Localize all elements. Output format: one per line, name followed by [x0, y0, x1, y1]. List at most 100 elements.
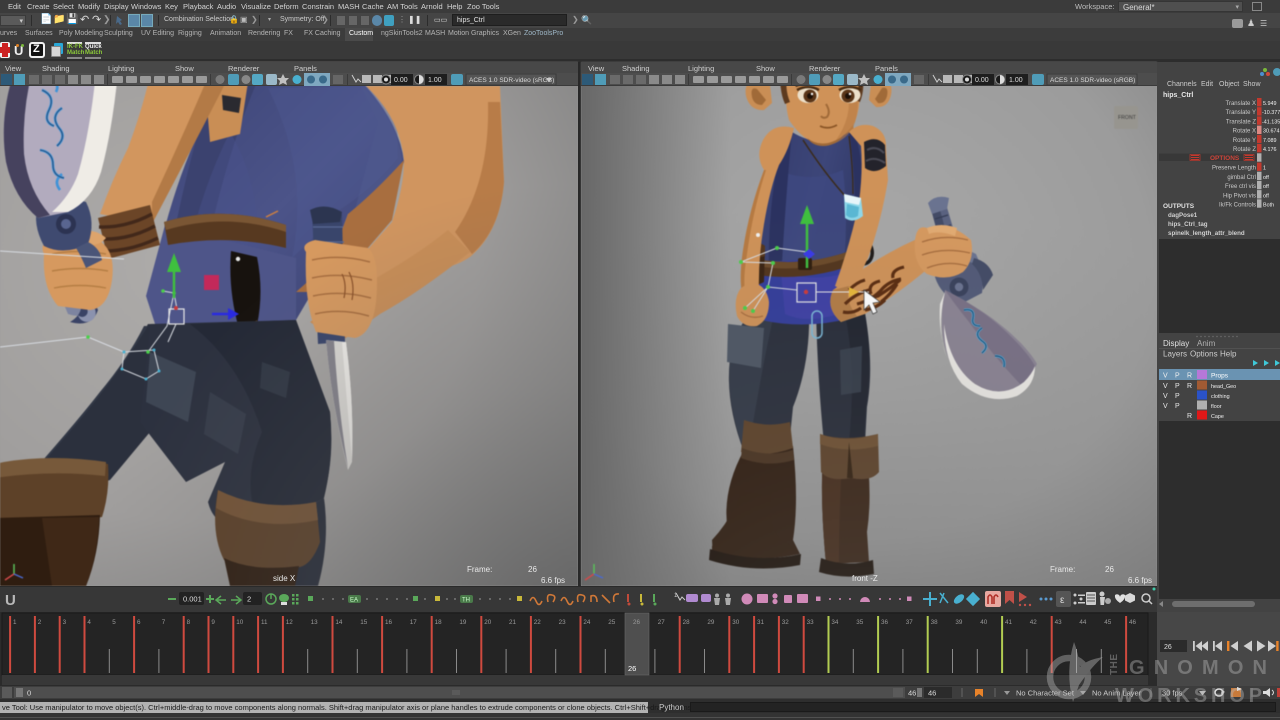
- svg-text:21: 21: [509, 619, 517, 626]
- svg-text:15: 15: [360, 619, 368, 626]
- svg-text:24: 24: [583, 619, 591, 626]
- svg-text:46: 46: [908, 689, 916, 698]
- svg-text:P: P: [1175, 373, 1180, 380]
- svg-text:45: 45: [1104, 619, 1112, 626]
- svg-text:44: 44: [1079, 619, 1087, 626]
- svg-text:Rotate Y: Rotate Y: [1233, 138, 1256, 144]
- svg-text:OUTPUTS: OUTPUTS: [1163, 203, 1195, 210]
- svg-text:30.674: 30.674: [1263, 129, 1280, 135]
- svg-text:Show: Show: [1243, 81, 1261, 88]
- svg-text:off: off: [1263, 193, 1269, 199]
- svg-text:V: V: [1163, 383, 1168, 390]
- svg-text:30: 30: [732, 619, 740, 626]
- svg-text:U: U: [5, 592, 16, 609]
- svg-text:Props: Props: [1211, 373, 1229, 380]
- svg-text:10: 10: [236, 619, 244, 626]
- svg-text:7.089: 7.089: [1263, 138, 1277, 144]
- svg-text:Translate Y: Translate Y: [1226, 110, 1256, 116]
- svg-text:dagPose1: dagPose1: [1168, 212, 1198, 219]
- svg-text:12: 12: [286, 619, 294, 626]
- svg-text:V: V: [1163, 373, 1168, 380]
- svg-text:7: 7: [162, 619, 166, 626]
- svg-text:29: 29: [707, 619, 715, 626]
- svg-text:Preserve Length: Preserve Length: [1212, 166, 1256, 172]
- svg-text:WORKSHOP: WORKSHOP: [1115, 685, 1262, 707]
- svg-text:Channels: Channels: [1167, 81, 1197, 88]
- svg-text:34: 34: [831, 619, 839, 626]
- svg-text:20: 20: [484, 619, 492, 626]
- svg-text:4.176: 4.176: [1263, 147, 1277, 153]
- svg-text:13: 13: [311, 619, 319, 626]
- svg-text:P: P: [1175, 393, 1180, 400]
- svg-text:ACES 1.0 SDR-video (sRGB): ACES 1.0 SDR-video (sRGB): [469, 77, 554, 84]
- svg-text:V: V: [1163, 393, 1168, 400]
- svg-text:5: 5: [112, 619, 116, 626]
- svg-text:14: 14: [335, 619, 343, 626]
- svg-text:42: 42: [1030, 619, 1038, 626]
- svg-text:16: 16: [385, 619, 393, 626]
- svg-text:37: 37: [906, 619, 914, 626]
- svg-text:spineIk_length_attr_blend: spineIk_length_attr_blend: [1168, 230, 1245, 237]
- svg-text:Rotate X: Rotate X: [1233, 129, 1256, 135]
- svg-text:1: 1: [13, 619, 17, 626]
- svg-text:R: R: [1187, 383, 1192, 390]
- svg-text:head_Geo: head_Geo: [1211, 384, 1236, 390]
- svg-text:R: R: [1187, 373, 1192, 380]
- svg-text:TH: TH: [462, 598, 470, 604]
- svg-text:floor: floor: [1211, 404, 1222, 410]
- svg-text:Layers: Layers: [1163, 350, 1187, 359]
- svg-text:clothing: clothing: [1211, 394, 1230, 400]
- svg-text:43: 43: [1055, 619, 1063, 626]
- svg-text:26: 26: [633, 619, 641, 626]
- svg-text:off: off: [1263, 184, 1269, 190]
- svg-text:Ik/Fk Controls: Ik/Fk Controls: [1219, 203, 1256, 209]
- svg-text:17: 17: [410, 619, 418, 626]
- svg-text:35: 35: [856, 619, 864, 626]
- svg-text:gimbal Ctrl: gimbal Ctrl: [1227, 175, 1256, 181]
- svg-text:2: 2: [247, 595, 251, 604]
- svg-text:41: 41: [1005, 619, 1013, 626]
- svg-text:P: P: [1175, 403, 1180, 410]
- svg-text:Cape: Cape: [1211, 414, 1224, 420]
- svg-text:38: 38: [931, 619, 939, 626]
- svg-text:19: 19: [459, 619, 467, 626]
- svg-text:28: 28: [683, 619, 691, 626]
- svg-text:Help: Help: [1220, 350, 1237, 359]
- svg-text:THE: THE: [1109, 654, 1120, 676]
- svg-text:5.949: 5.949: [1263, 101, 1277, 107]
- svg-text:2: 2: [38, 619, 42, 626]
- svg-text:Object: Object: [1219, 81, 1239, 88]
- svg-text:EA: EA: [350, 598, 358, 604]
- svg-text:Hip Pivot vis: Hip Pivot vis: [1223, 193, 1256, 199]
- svg-text:23: 23: [559, 619, 567, 626]
- svg-text:6: 6: [137, 619, 141, 626]
- svg-text:33: 33: [807, 619, 815, 626]
- svg-text:27: 27: [658, 619, 666, 626]
- svg-text:26: 26: [628, 664, 636, 673]
- svg-text:1.00: 1.00: [1009, 77, 1023, 84]
- svg-text:Anim: Anim: [1197, 339, 1216, 348]
- svg-text:0.001: 0.001: [183, 595, 202, 604]
- svg-text:V: V: [1163, 403, 1168, 410]
- svg-text:Translate X: Translate X: [1226, 101, 1256, 107]
- svg-text:31: 31: [757, 619, 765, 626]
- svg-text:36: 36: [881, 619, 889, 626]
- svg-text:Edit: Edit: [1201, 81, 1213, 88]
- svg-text:1: 1: [1263, 166, 1266, 172]
- svg-text:39: 39: [955, 619, 963, 626]
- svg-text:18: 18: [435, 619, 443, 626]
- svg-text:Translate Z: Translate Z: [1226, 119, 1256, 125]
- svg-text:Both: Both: [1263, 203, 1274, 209]
- svg-text:OPTIONS: OPTIONS: [1210, 155, 1240, 162]
- svg-text:11: 11: [261, 619, 268, 626]
- svg-text:0: 0: [27, 689, 31, 698]
- svg-text:40: 40: [980, 619, 988, 626]
- svg-text:Rotate Z: Rotate Z: [1233, 147, 1256, 153]
- svg-text:ε: ε: [1060, 595, 1065, 606]
- svg-text:3: 3: [63, 619, 67, 626]
- svg-text:R: R: [1187, 413, 1192, 420]
- svg-text:ACES 1.0 SDR-video (sRGB): ACES 1.0 SDR-video (sRGB): [1050, 77, 1135, 84]
- svg-text:Options: Options: [1190, 350, 1218, 359]
- svg-text:0.00: 0.00: [975, 77, 989, 84]
- svg-text:4: 4: [87, 619, 91, 626]
